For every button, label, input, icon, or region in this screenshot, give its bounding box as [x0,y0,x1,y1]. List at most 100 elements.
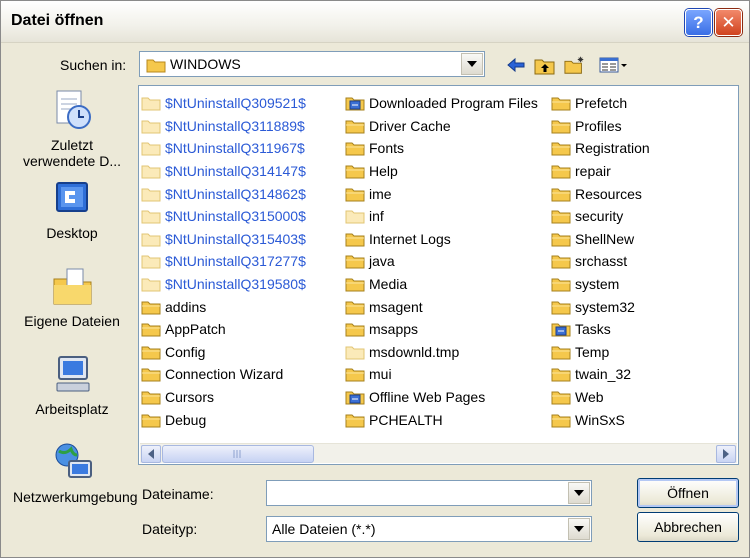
view-menu-button[interactable] [597,54,631,76]
file-list-item[interactable]: Profiles [551,115,650,138]
place-my-documents[interactable]: Eigene Dateien [13,261,131,347]
file-list-item[interactable]: PCHEALTH [345,408,538,431]
file-list-item[interactable]: WinSxS [551,408,650,431]
filename-dropdown-button[interactable] [568,482,590,504]
horizontal-scrollbar[interactable] [140,443,737,463]
scroll-right-button[interactable] [716,445,736,463]
system-folder-icon [345,97,365,111]
folder-icon [551,346,571,360]
file-list-item[interactable]: inf [345,205,538,228]
file-list-item[interactable]: $NtUninstallQ314147$ [141,160,306,183]
file-list-item[interactable]: $NtUninstallQ314862$ [141,182,306,205]
file-column-3: Prefetch Profiles Registration repair Resour… [551,92,650,431]
file-name: Cursors [165,389,215,406]
place-recent-label: Zuletzt verwendete D... [22,137,122,169]
file-list-item[interactable]: $NtUninstallQ319580$ [141,273,306,296]
file-name: Fonts [369,140,405,157]
file-list-item[interactable]: Help [345,160,538,183]
file-list-item[interactable]: $NtUninstallQ311967$ [141,137,306,160]
file-name: mui [369,366,392,383]
file-list-item[interactable]: Downloaded Program Files [345,92,538,115]
file-list-item[interactable]: repair [551,160,650,183]
file-name: msagent [369,298,423,315]
file-list-item[interactable]: Config [141,341,306,364]
cancel-button[interactable]: Abbrechen [637,512,739,542]
chevron-down-icon [574,490,584,496]
place-recent[interactable]: Zuletzt verwendete D... [13,85,131,171]
place-desktop[interactable]: Desktop [13,173,131,259]
back-arrow-icon [507,57,525,73]
my-documents-icon [53,268,92,305]
file-name: Debug [165,411,207,428]
filename-combobox[interactable] [266,480,592,506]
back-button[interactable] [505,54,527,76]
file-name: Prefetch [575,95,628,112]
file-list-item[interactable]: $NtUninstallQ309521$ [141,92,306,115]
file-list-item[interactable]: java [345,250,538,273]
file-list-item[interactable]: Fonts [345,137,538,160]
help-button[interactable]: ? [685,9,712,36]
look-in-dropdown-button[interactable] [461,53,483,75]
file-list-item[interactable]: Registration [551,137,650,160]
new-folder-button[interactable] [564,54,586,76]
file-list-item[interactable]: Debug [141,408,306,431]
filetype-combobox[interactable]: Alle Dateien (*.*) [266,516,592,542]
look-in-combobox[interactable]: WINDOWS [139,51,485,77]
file-list-item[interactable]: $NtUninstallQ317277$ [141,250,306,273]
file-list-item[interactable]: Internet Logs [345,228,538,251]
folder-icon [141,368,161,382]
grip-icon [233,450,241,458]
file-name: Offline Web Pages [369,389,486,406]
file-list-item[interactable]: Connection Wizard [141,363,306,386]
close-button[interactable]: ✕ [715,9,742,36]
file-list-item[interactable]: Prefetch [551,92,650,115]
scroll-thumb[interactable] [162,445,314,463]
file-name: Temp [575,343,610,360]
file-list-item[interactable]: srchasst [551,250,650,273]
file-name: Downloaded Program Files [369,95,538,112]
place-my-computer[interactable]: Arbeitsplatz [13,349,131,435]
file-list-item[interactable]: $NtUninstallQ315403$ [141,228,306,251]
open-button[interactable]: Öffnen [637,478,739,508]
file-list-item[interactable]: Offline Web Pages [345,386,538,409]
file-name: Connection Wizard [165,366,284,383]
file-name: ime [369,185,392,202]
file-list-item[interactable]: ime [345,182,538,205]
up-folder-button[interactable] [534,54,556,76]
file-list-item[interactable]: $NtUninstallQ315000$ [141,205,306,228]
file-list-item[interactable]: Media [345,273,538,296]
file-list-item[interactable]: ShellNew [551,228,650,251]
file-name: WinSxS [575,411,625,428]
file-list-item[interactable]: Driver Cache [345,115,538,138]
folder-icon [345,323,365,337]
file-name: AppPatch [165,321,226,338]
file-list[interactable]: $NtUninstallQ309521$ $NtUninstallQ311889$… [138,85,739,465]
up-folder-icon [534,59,555,75]
folder-icon [345,188,365,202]
file-list-item[interactable]: AppPatch [141,318,306,341]
file-list-item[interactable]: Web [551,386,650,409]
hidden-folder-icon [141,210,161,224]
scroll-left-button[interactable] [141,445,161,463]
file-list-item[interactable]: system [551,273,650,296]
file-list-item[interactable]: system32 [551,295,650,318]
file-list-item[interactable]: security [551,205,650,228]
file-list-item[interactable]: Resources [551,182,650,205]
filetype-dropdown-button[interactable] [568,518,590,540]
folder-icon [141,414,161,428]
file-list-item[interactable]: addins [141,295,306,318]
file-list-item[interactable]: Tasks [551,318,650,341]
place-network[interactable]: Netzwerkumgebung [13,437,138,523]
folder-icon [141,346,161,360]
file-list-item[interactable]: msdownld.tmp [345,341,538,364]
folder-icon [345,165,365,179]
file-list-item[interactable]: msapps [345,318,538,341]
file-list-item[interactable]: Cursors [141,386,306,409]
file-name: system [575,276,620,293]
file-list-item[interactable]: twain_32 [551,363,650,386]
file-list-item[interactable]: $NtUninstallQ311889$ [141,115,306,138]
file-list-item[interactable]: Temp [551,341,650,364]
file-list-item[interactable]: msagent [345,295,538,318]
folder-icon [345,301,365,315]
file-list-item[interactable]: mui [345,363,538,386]
